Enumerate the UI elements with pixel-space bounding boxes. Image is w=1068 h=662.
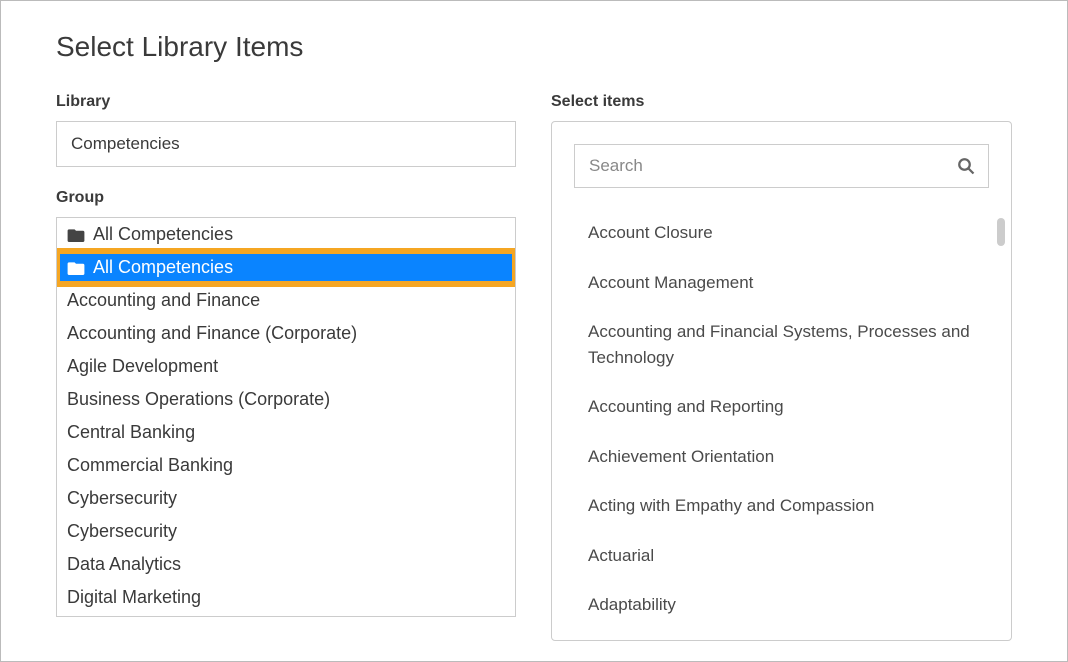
select-items-label: Select items: [551, 93, 1012, 111]
items-list: Account Closure Account Management Accou…: [574, 208, 989, 630]
group-item[interactable]: Accounting and Finance: [57, 284, 515, 317]
group-item[interactable]: Commercial Banking: [57, 449, 515, 482]
group-listbox[interactable]: All Competencies All Competencies Accoun…: [56, 217, 516, 617]
scrollbar-thumb[interactable]: [997, 218, 1005, 246]
group-item[interactable]: Business Operations (Corporate): [57, 383, 515, 416]
group-label: Group: [56, 189, 516, 207]
group-root-item[interactable]: All Competencies: [57, 218, 515, 251]
group-item[interactable]: Agile Development: [57, 350, 515, 383]
group-item[interactable]: Engineering: [57, 614, 515, 617]
page-title: Select Library Items: [56, 31, 1012, 63]
group-item[interactable]: Data Analytics: [57, 548, 515, 581]
folder-open-icon: [67, 261, 85, 275]
list-item[interactable]: Account Closure: [588, 208, 989, 258]
group-item[interactable]: Cybersecurity: [57, 515, 515, 548]
folder-icon: [67, 228, 85, 242]
group-selected-item[interactable]: All Competencies: [57, 251, 515, 284]
group-item[interactable]: Digital Marketing: [57, 581, 515, 614]
library-select[interactable]: Competencies: [56, 121, 516, 167]
group-item[interactable]: Cybersecurity: [57, 482, 515, 515]
list-item[interactable]: Accounting and Reporting: [588, 382, 989, 432]
list-item[interactable]: Achievement Orientation: [588, 432, 989, 482]
search-icon: [957, 157, 975, 175]
group-selected-label: All Competencies: [93, 254, 233, 281]
group-item[interactable]: Central Banking: [57, 416, 515, 449]
list-item[interactable]: Actuarial: [588, 531, 989, 581]
list-item[interactable]: Acting with Empathy and Compassion: [588, 481, 989, 531]
list-item[interactable]: Adaptability: [588, 580, 989, 630]
group-item[interactable]: Accounting and Finance (Corporate): [57, 317, 515, 350]
items-panel: Account Closure Account Management Accou…: [551, 121, 1012, 641]
list-item[interactable]: Accounting and Financial Systems, Proces…: [588, 307, 989, 382]
library-label: Library: [56, 93, 516, 111]
group-root-label: All Competencies: [93, 221, 233, 248]
search-input[interactable]: [574, 144, 989, 188]
list-item[interactable]: Account Management: [588, 258, 989, 308]
